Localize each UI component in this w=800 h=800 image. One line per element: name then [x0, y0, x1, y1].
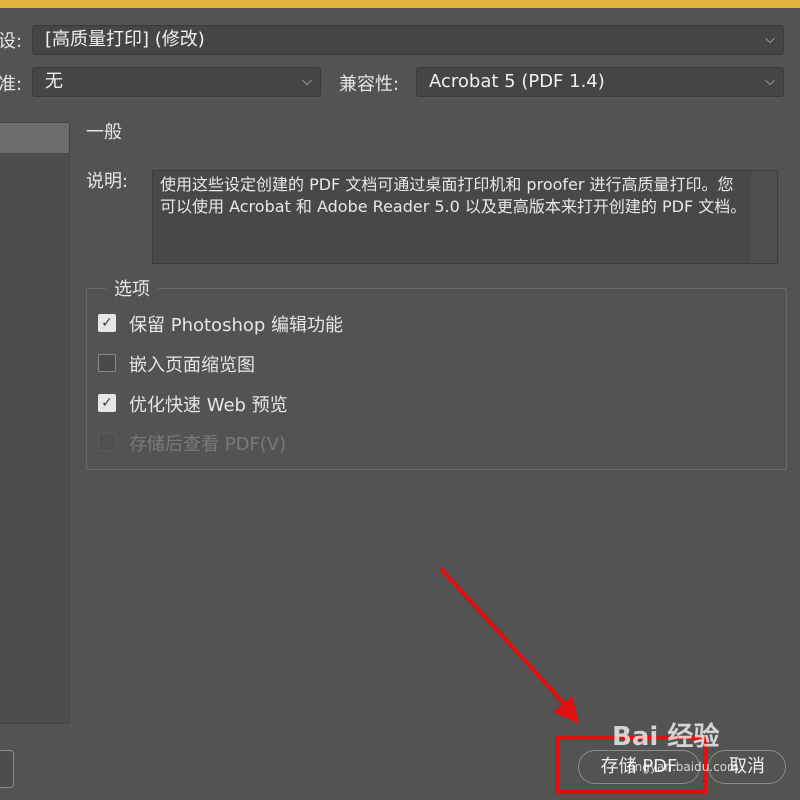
general-section-title: 一般 — [86, 122, 122, 143]
option-label: 嵌入页面缩览图 — [129, 355, 255, 376]
options-legend: 选项 — [106, 275, 158, 301]
dialog-accent-bar — [0, 0, 800, 8]
preset-label: 设: — [0, 31, 23, 52]
cancel-button[interactable]: 取消 — [708, 750, 786, 784]
preset-select[interactable]: [高质量打印] (修改) ⌵ — [32, 25, 784, 55]
checkbox-unchecked[interactable] — [98, 354, 116, 372]
description-scrollbar[interactable] — [751, 171, 777, 263]
standard-select-value: 无 — [45, 71, 63, 92]
left-button-partial[interactable] — [0, 750, 14, 788]
compatibility-label: 兼容性: — [339, 74, 400, 95]
option-label: 优化快速 Web 预览 — [129, 395, 288, 416]
description-text: 使用这些设定创建的 PDF 文档可通过桌面打印机和 proofer 进行高质量打… — [160, 175, 747, 216]
checkbox-checked[interactable]: ✓ — [98, 314, 116, 332]
description-label: 说明: — [86, 171, 129, 192]
chevron-down-icon: ⌵ — [765, 74, 775, 89]
chevron-down-icon: ⌵ — [765, 32, 775, 47]
checkbox-disabled — [98, 433, 116, 451]
save-pdf-dialog: 设: [高质量打印] (修改) ⌵ 准: 无 ⌵ 兼容性: Acrobat 5 … — [0, 0, 800, 800]
description-box[interactable]: 使用这些设定创建的 PDF 文档可通过桌面打印机和 proofer 进行高质量打… — [152, 170, 778, 264]
baidu-jingyan-watermark: Bai 经验 jingyan.baidu.com — [612, 716, 739, 774]
category-list[interactable] — [0, 122, 70, 724]
standard-label: 准: — [0, 74, 23, 95]
standard-select[interactable]: 无 ⌵ — [32, 67, 321, 97]
compatibility-select[interactable]: Acrobat 5 (PDF 1.4) ⌵ — [416, 67, 784, 97]
chevron-down-icon: ⌵ — [302, 74, 312, 89]
category-list-selected-item[interactable] — [0, 123, 69, 153]
option-label: 保留 Photoshop 编辑功能 — [129, 315, 344, 336]
compatibility-select-value: Acrobat 5 (PDF 1.4) — [429, 71, 605, 92]
watermark-logo: Bai 经验 — [612, 722, 720, 752]
preset-select-value: [高质量打印] (修改) — [45, 29, 205, 50]
save-pdf-button[interactable]: 存储 PDF — [578, 750, 700, 784]
checkbox-checked[interactable]: ✓ — [98, 394, 116, 412]
option-label: 存储后查看 PDF(V) — [129, 434, 287, 455]
